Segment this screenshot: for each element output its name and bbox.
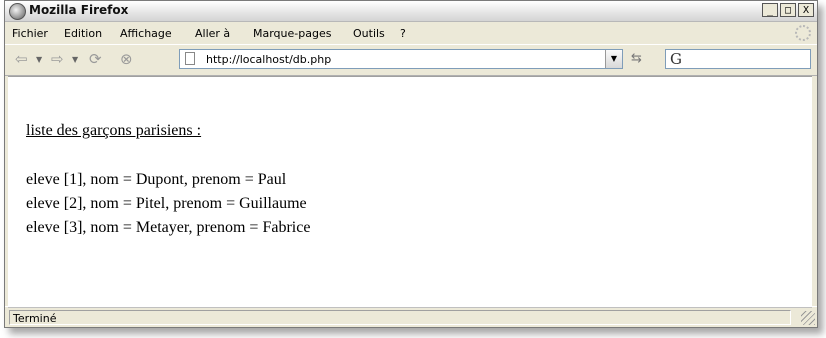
url-text[interactable]: http://localhost/db.php [206,53,331,66]
resize-grip-icon[interactable] [801,311,815,325]
menu-affichage[interactable]: Affichage [120,27,172,40]
stop-icon[interactable]: ⊗ [120,50,133,68]
status-bar: Terminé [5,306,817,327]
menu-help[interactable]: ? [400,27,406,40]
window-controls: _ □ X [762,3,814,17]
student-line-1: eleve [1], nom = Dupont, prenom = Paul [26,171,287,188]
menu-edition[interactable]: Edition [64,27,102,40]
minimize-button[interactable]: _ [762,3,778,17]
throbber-icon [795,25,811,41]
url-dropdown-button[interactable]: ▼ [605,50,622,68]
back-dropdown-icon[interactable]: ▼ [36,55,42,64]
url-bar[interactable]: http://localhost/db.php ▼ [179,49,623,69]
student-line-3: eleve [3], nom = Metayer, prenom = Fabri… [26,219,311,236]
window-title: Mozilla Firefox [29,3,129,17]
student-line-2: eleve [2], nom = Pitel, prenom = Guillau… [26,195,307,212]
go-icon[interactable]: ⇆ [631,51,642,66]
page-heading: liste des garçons parisiens : [26,122,202,139]
title-bar: Mozilla Firefox _ □ X [5,1,817,22]
menu-fichier[interactable]: Fichier [12,27,48,40]
menu-outils[interactable]: Outils [353,27,385,40]
status-text: Terminé [9,310,791,325]
page-icon [185,52,195,65]
menu-marque-pages[interactable]: Marque-pages [253,27,331,40]
search-engine-icon[interactable]: G [670,50,682,68]
reload-icon[interactable]: ⟳ [89,50,102,68]
browser-window: Mozilla Firefox _ □ X Fichier Edition Af… [4,0,818,328]
forward-dropdown-icon[interactable]: ▼ [72,55,78,64]
navigation-toolbar: ⇦ ▼ ⇨ ▼ ⟳ ⊗ http://localhost/db.php ▼ ⇆ … [5,44,817,76]
search-box[interactable]: G [665,49,811,69]
menu-bar: Fichier Edition Affichage Aller à Marque… [5,22,817,44]
firefox-icon [9,3,26,20]
page-content: liste des garçons parisiens : eleve [1],… [8,76,812,308]
menu-aller[interactable]: Aller à [195,27,230,40]
back-arrow-icon[interactable]: ⇦ [15,50,28,68]
close-button[interactable]: X [798,3,814,17]
maximize-button[interactable]: □ [780,3,796,17]
forward-arrow-icon[interactable]: ⇨ [51,50,64,68]
